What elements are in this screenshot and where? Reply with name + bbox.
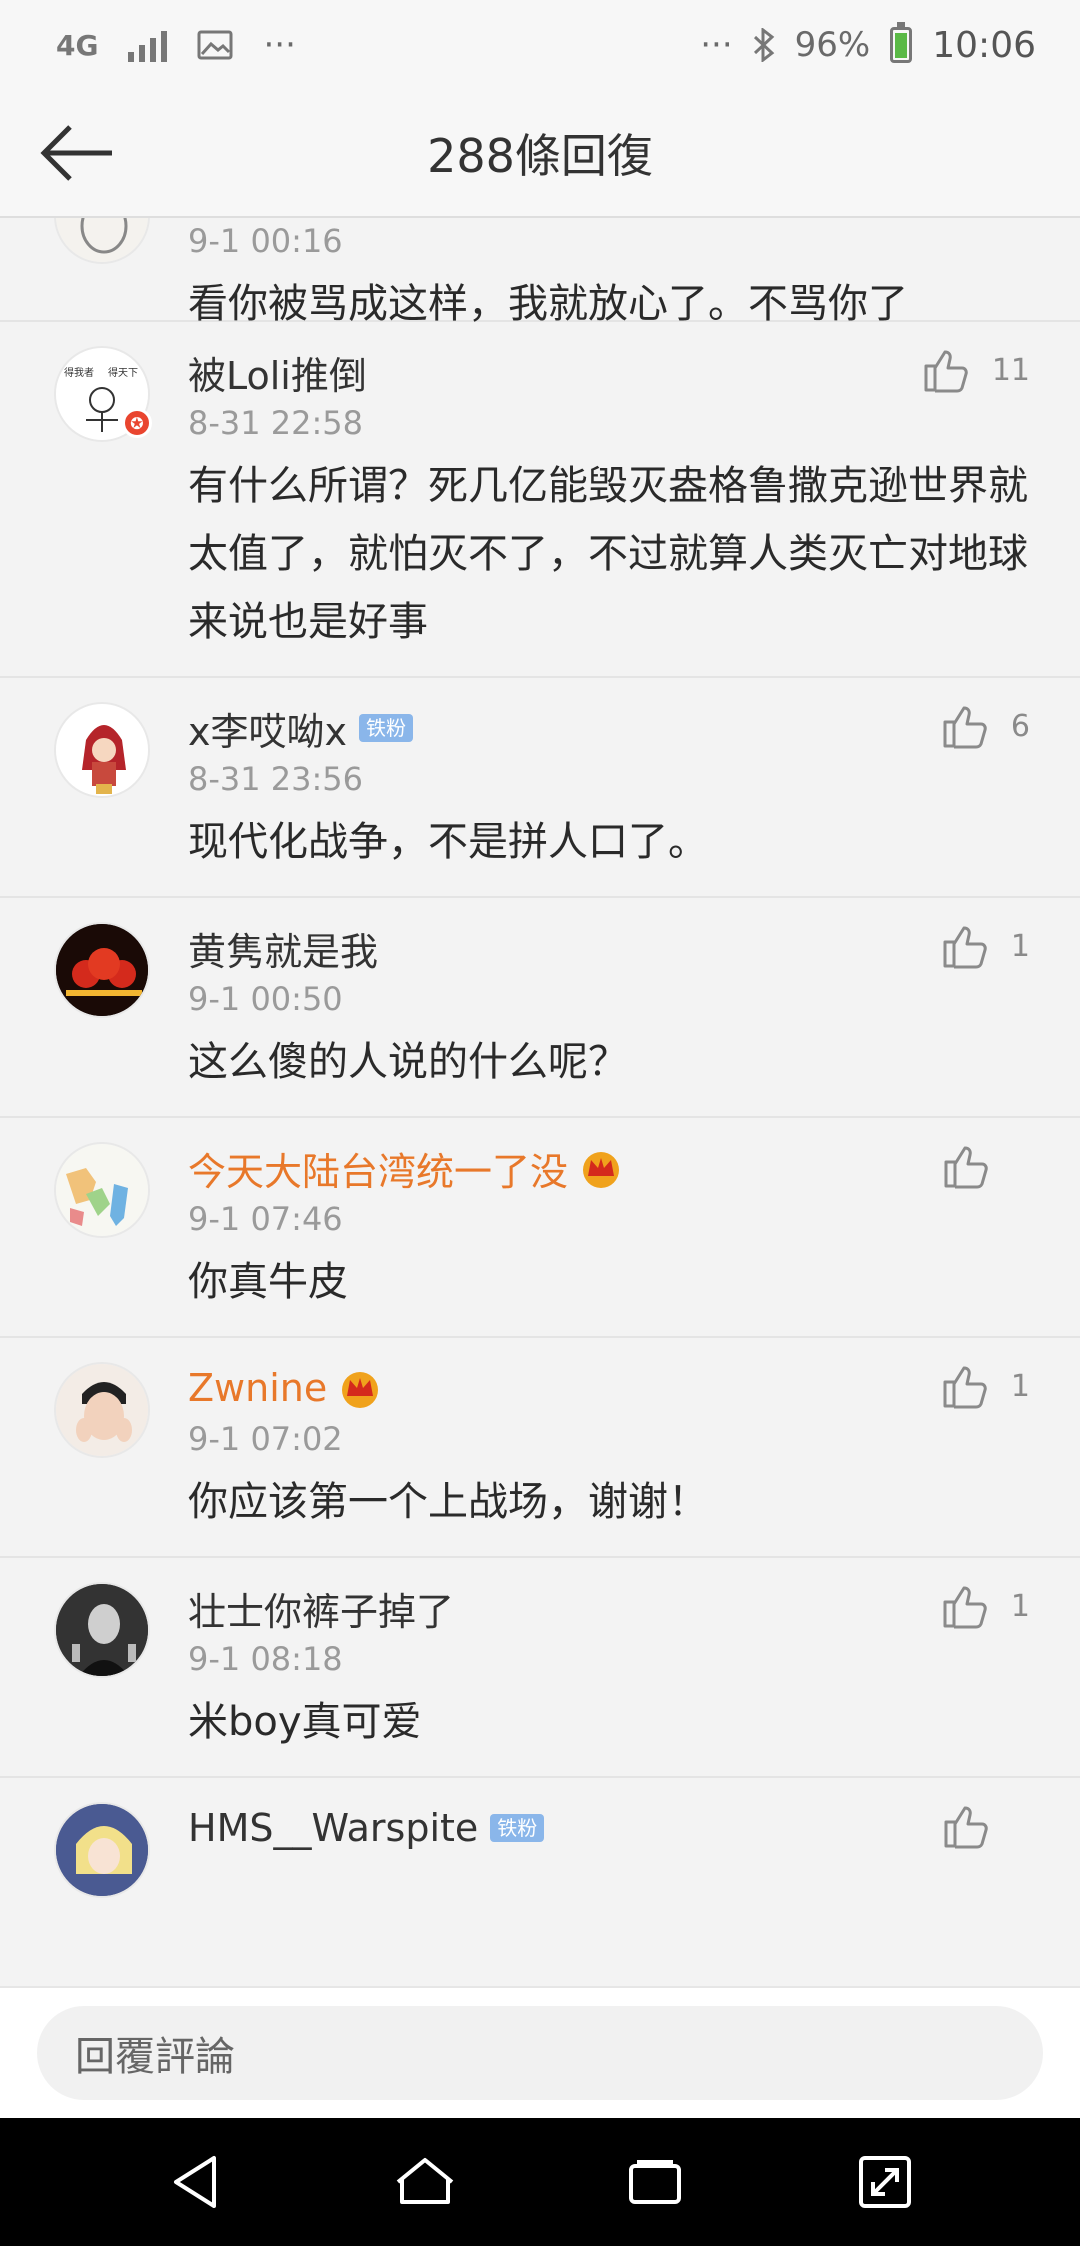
comment-item: 壮士你裤子掉了 9-1 08:18 米boy真可爱 1 [0,1558,1080,1778]
like-button[interactable]: 1 [941,922,1030,970]
nav-recents-button[interactable] [610,2137,700,2227]
image-notification-icon [197,30,233,60]
more-status-icon: ··· [700,25,733,65]
comment-text: 现代化战争，不是拼人口了。 [188,819,708,865]
network-type: 4G [56,28,99,62]
comment-text: 米boy真可爱 [188,1699,422,1745]
clock: 10:06 [932,24,1036,66]
svg-text:得我者: 得我者 [64,367,94,379]
fan-badge: 铁粉 [490,1814,545,1842]
username[interactable]: x李哎呦x [188,701,347,756]
avatar[interactable] [54,1802,150,1898]
comment-list[interactable]: 9-1 00:16 看你被骂成这样，我就放心了。不骂你了 得我者 得天下 ✪ 被… [0,218,1080,1986]
comment-item: Zwnine 9-1 07:02 你应该第一个上战场，谢谢！ 1 [0,1338,1080,1558]
like-count: 1 [1010,928,1030,964]
page-title: 288條回復 [427,129,653,183]
home-icon [396,2158,454,2204]
back-triangle-icon [174,2156,216,2208]
like-button[interactable]: 1 [941,1362,1030,1410]
avatar[interactable]: 得我者 得天下 ✪ [54,346,152,442]
comment-item: 今天大陆台湾统一了没 9-1 07:46 你真牛皮 [0,1118,1080,1338]
svg-text:得天下: 得天下 [108,367,138,379]
reply-bar: 回覆評論 [0,1986,1080,2118]
nav-home-button[interactable] [380,2137,470,2227]
thumbs-up-icon [944,1146,988,1189]
bluetooth-icon [753,28,775,62]
back-arrow-icon [40,125,112,181]
nav-expand-button[interactable] [840,2137,930,2227]
verified-badge-icon: ✪ [122,408,152,438]
battery-percent: 96% [794,25,871,65]
comment-item: 9-1 00:16 看你被骂成这样，我就放心了。不骂你了 [0,218,1080,327]
avatar[interactable] [54,218,150,264]
comment-text: 你应该第一个上战场，谢谢！ [188,1479,708,1525]
expand-icon [859,2156,911,2208]
fan-badge: 铁粉 [358,714,413,742]
like-button[interactable]: 11 [922,346,1030,394]
like-button[interactable] [942,1802,1030,1850]
signal-icon [128,28,168,62]
comment-time: 9-1 07:02 [188,1420,343,1458]
thumbs-up-icon [943,1366,987,1409]
avatar[interactable] [54,1142,150,1238]
avatar[interactable] [54,702,150,798]
comment-item: HMS__Warspite 铁粉 [0,1778,1080,1898]
header: 288條回復 [0,90,1080,218]
username[interactable]: 今天大陆台湾统一了没 [188,1141,568,1196]
thumbs-up-icon [943,1586,987,1629]
avatar[interactable] [54,922,150,1018]
status-bar: 4G ··· ··· 96% 10:06 [0,0,1080,90]
comment-time: 9-1 07:46 [188,1200,343,1238]
comment-text: 你真牛皮 [188,1259,348,1305]
crown-icon [578,1146,624,1190]
username[interactable]: 壮士你裤子掉了 [188,1581,454,1636]
thumbs-up-icon [944,1806,988,1849]
like-button[interactable] [942,1142,1030,1190]
thumbs-up-icon [943,706,987,749]
username[interactable]: 被Loli推倒 [188,345,367,400]
thumbs-up-icon [924,350,968,393]
thumbs-up-icon [943,926,987,969]
like-count: 1 [1010,1368,1030,1404]
username[interactable]: HMS__Warspite [188,1806,478,1850]
battery-icon [890,22,913,63]
more-notifications-icon: ··· [263,25,296,65]
comment-item: 得我者 得天下 ✪ 被Loli推倒 8-31 22:58 有什么所谓？死几亿能毁… [0,322,1080,678]
username[interactable]: 黄隽就是我 [188,921,378,976]
comment-time: 9-1 00:16 [188,222,343,260]
nav-back-button[interactable] [150,2137,240,2227]
back-button[interactable] [40,118,120,188]
avatar[interactable] [54,1362,150,1458]
username[interactable]: Zwnine [188,1366,327,1410]
comment-item: 黄隽就是我 9-1 00:50 这么傻的人说的什么呢？ 1 [0,898,1080,1118]
like-count: 6 [1010,708,1030,744]
comment-item: x李哎呦x 铁粉 8-31 23:56 现代化战争，不是拼人口了。 6 [0,678,1080,898]
comment-time: 9-1 00:50 [188,980,343,1018]
like-count: 1 [1010,1588,1030,1624]
comment-time: 8-31 23:56 [188,760,364,798]
like-button[interactable]: 6 [941,702,1030,750]
reply-input[interactable]: 回覆評論 [37,2006,1043,2100]
comment-time: 9-1 08:18 [188,1640,343,1678]
like-count: 11 [991,352,1030,388]
like-button[interactable]: 1 [941,1582,1030,1630]
comment-text: 有什么所谓？死几亿能毁灭盎格鲁撒克逊世界就太值了，就怕灭不了，不过就算人类灭亡对… [188,463,1028,645]
recents-icon [629,2160,681,2204]
comment-time: 8-31 22:58 [188,404,364,442]
crown-icon [337,1366,383,1410]
system-nav-bar [0,2118,1080,2246]
comment-text: 这么傻的人说的什么呢？ [188,1039,628,1085]
avatar[interactable] [54,1582,150,1678]
